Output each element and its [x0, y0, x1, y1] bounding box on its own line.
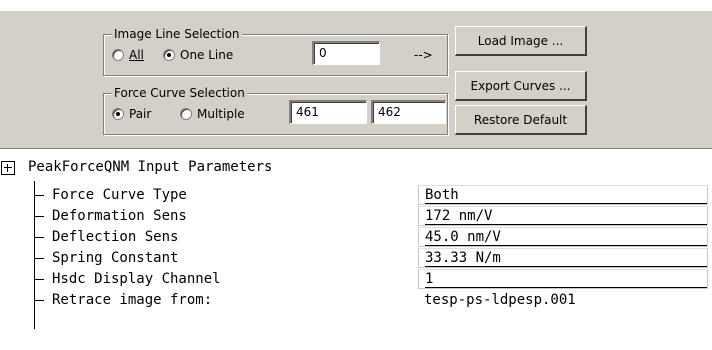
- tree-connector-branch: [34, 216, 44, 217]
- arrow-indicator: -->: [414, 48, 433, 62]
- tree-row-value[interactable]: 1: [418, 269, 708, 289]
- export-curves-button[interactable]: Export Curves ...: [455, 71, 587, 101]
- tree-row-label: Deformation Sens: [52, 208, 187, 224]
- load-image-button[interactable]: Load Image ...: [455, 26, 587, 56]
- tree-connector-branch: [34, 279, 44, 280]
- restore-default-button[interactable]: Restore Default: [455, 105, 587, 135]
- tree-row: Force Curve Type Both: [0, 185, 712, 206]
- top-cropped-strip: [0, 0, 712, 11]
- radio-pair-indicator[interactable]: [112, 108, 124, 120]
- radio-pair-label: Pair: [129, 107, 152, 121]
- tree-connector-branch: [34, 300, 44, 301]
- image-line-selection-title: Image Line Selection: [112, 26, 242, 42]
- tree-row: Retrace image from: tesp-ps-ldpesp.001: [0, 290, 712, 311]
- tree-row-label: Retrace image from:: [52, 292, 213, 308]
- radio-all-indicator[interactable]: [112, 49, 124, 61]
- tree-connector-branch: [34, 258, 44, 259]
- tree-row-value: tesp-ps-ldpesp.001: [424, 292, 576, 308]
- tree-row-value-text: 45.0 nm/V: [425, 229, 707, 246]
- tree-row-value-text: 33.33 N/m: [425, 250, 707, 267]
- line-number-input[interactable]: 0: [312, 41, 380, 65]
- control-panel: Image Line Selection All One Line 0 --> …: [0, 11, 712, 149]
- tree-row-label: Force Curve Type: [52, 187, 187, 203]
- second-curve-input[interactable]: 462: [371, 100, 446, 124]
- collapse-toggle-icon[interactable]: [1, 161, 15, 175]
- tree-row: Deflection Sens 45.0 nm/V: [0, 227, 712, 248]
- tree-row: Deformation Sens 172 nm/V: [0, 206, 712, 227]
- tree-row-value[interactable]: 172 nm/V: [418, 206, 708, 226]
- tree-row-label: Spring Constant: [52, 250, 179, 266]
- radio-multiple-label: Multiple: [197, 107, 245, 121]
- radio-all[interactable]: All: [112, 48, 144, 62]
- radio-one-line-indicator[interactable]: [163, 49, 175, 61]
- tree-connector-branch: [34, 237, 44, 238]
- tree-row-value[interactable]: 45.0 nm/V: [418, 227, 708, 247]
- radio-one-line-label: One Line: [180, 48, 234, 62]
- image-line-selection-group: Image Line Selection: [103, 26, 448, 76]
- first-curve-input[interactable]: 461: [289, 100, 367, 124]
- radio-multiple-indicator[interactable]: [180, 108, 192, 120]
- parameter-tree: PeakForceQNM Input Parameters Force Curv…: [0, 150, 712, 350]
- tree-row: Hsdc Display Channel 1: [0, 269, 712, 290]
- tree-root-label: PeakForceQNM Input Parameters: [28, 159, 273, 175]
- tree-connector-branch: [34, 195, 44, 196]
- radio-multiple[interactable]: Multiple: [180, 107, 245, 121]
- tree-row-label: Hsdc Display Channel: [52, 271, 221, 287]
- tree-row-value[interactable]: Both: [418, 185, 708, 205]
- tree-row-value-text: 1: [425, 271, 707, 288]
- radio-all-label: All: [129, 48, 144, 62]
- tree-row-label: Deflection Sens: [52, 229, 179, 245]
- force-curve-selection-title: Force Curve Selection: [112, 85, 247, 101]
- tree-row-value-text: Both: [425, 187, 707, 204]
- radio-pair[interactable]: Pair: [112, 107, 151, 121]
- tree-row: Spring Constant 33.33 N/m: [0, 248, 712, 269]
- radio-one-line[interactable]: One Line: [163, 48, 233, 62]
- tree-row-value[interactable]: 33.33 N/m: [418, 248, 708, 268]
- tree-row-value-text: 172 nm/V: [425, 208, 707, 225]
